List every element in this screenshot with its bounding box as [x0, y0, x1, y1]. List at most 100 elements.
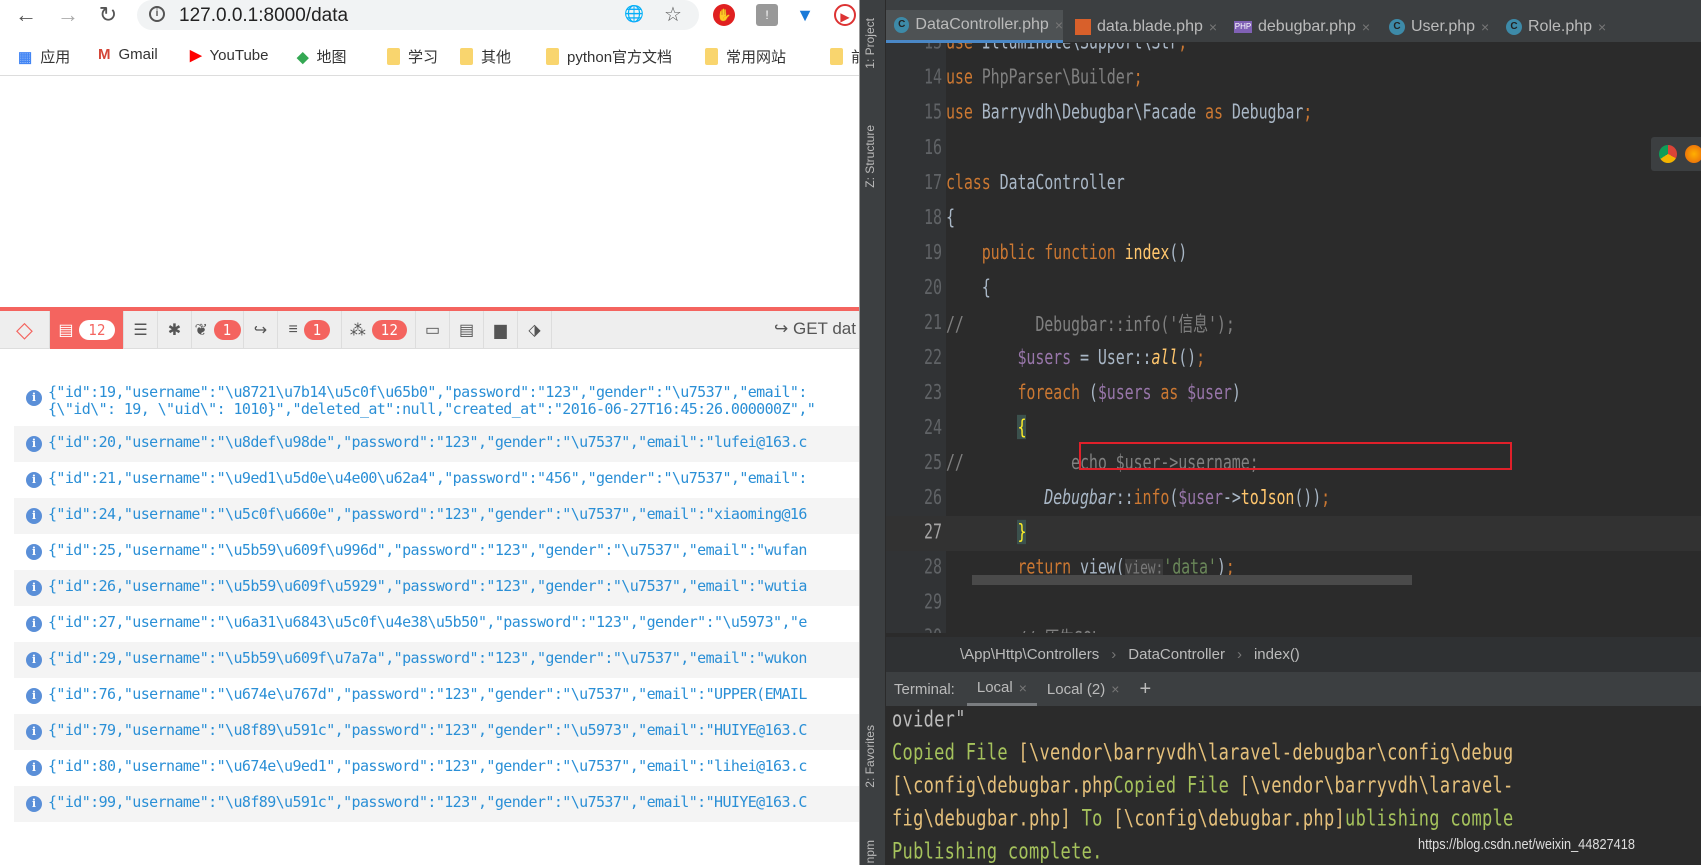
- debugbar-tab[interactable]: ↪: [244, 311, 278, 349]
- debugbar-tab[interactable]: ▤: [450, 311, 484, 349]
- bookmark-item[interactable]: 其他: [460, 46, 511, 67]
- log-message-row[interactable]: i {"id":29,"username":"\u5b59\u609f\u7a7a…: [14, 642, 859, 678]
- code-token: Barryvdh\Debugbar\Facade: [981, 99, 1206, 125]
- log-message-row[interactable]: i {"id":79,"username":"\u8f89\u591c","pas…: [14, 714, 859, 750]
- log-message-row[interactable]: i {"id":24,"username":"\u5c0f\u660e","pas…: [14, 498, 859, 534]
- close-icon[interactable]: ×: [1055, 17, 1063, 33]
- log-message-row[interactable]: i {"id":21,"username":"\u9ed1\u5d0e\u4e00…: [14, 462, 859, 498]
- debugbar-tab[interactable]: ▭: [416, 311, 450, 349]
- bookmark-label: Gmail: [118, 46, 158, 63]
- log-message-row[interactable]: i {"id":76,"username":"\u674e\u767d","pas…: [14, 678, 859, 714]
- back-icon[interactable]: ←: [12, 2, 40, 28]
- code-token: = User::: [1071, 344, 1152, 370]
- bookmark-item[interactable]: 前: [830, 46, 859, 67]
- bookmark-item[interactable]: python官方文档: [546, 46, 672, 67]
- editor-tab[interactable]: PHP debugbar.php ×: [1226, 10, 1378, 43]
- bookmark-item[interactable]: ◆ 地图: [297, 46, 347, 67]
- forward-icon[interactable]: →: [54, 2, 82, 28]
- tab-label: User.php: [1411, 17, 1476, 35]
- route-icon: ↪: [253, 322, 268, 339]
- bookmark-item[interactable]: M Gmail: [98, 46, 158, 63]
- mail-inbox-icon: ▭: [424, 322, 441, 339]
- log-message-row[interactable]: i {"id":20,"username":"\u8def\u98de","pas…: [14, 426, 859, 462]
- extension-icon[interactable]: !: [756, 4, 778, 26]
- debugbar-tab[interactable]: ⬗: [518, 311, 552, 349]
- chrome-icon[interactable]: [1659, 145, 1677, 163]
- close-icon[interactable]: ×: [1598, 19, 1606, 35]
- views-leaf-icon: ❦: [194, 322, 208, 339]
- debugbar-tab[interactable]: ▆: [484, 311, 518, 349]
- close-icon[interactable]: ×: [1209, 19, 1217, 35]
- bookmark-item[interactable]: 学习: [387, 46, 438, 67]
- code-line: 30 // 原生SQL: [886, 621, 1701, 633]
- reload-icon[interactable]: ↻: [94, 2, 122, 28]
- log-message-row[interactable]: i {"id":80,"username":"\u674e\u9ed1","pas…: [14, 750, 859, 786]
- watermark: https://blog.csdn.net/weixin_44827418: [1418, 836, 1635, 853]
- bookmark-item[interactable]: ▶ YouTube: [190, 46, 269, 65]
- debugbar-tab[interactable]: ❦ 1: [192, 311, 244, 349]
- breadcrumb-class[interactable]: DataController: [1128, 646, 1225, 663]
- bookmark-item[interactable]: 常用网站: [705, 46, 786, 67]
- breadcrumb-namespace[interactable]: \App\Http\Controllers: [960, 646, 1099, 663]
- translate-icon[interactable]: 🌐: [624, 4, 644, 24]
- project-tool-button[interactable]: 1: Project: [863, 18, 877, 69]
- debugbar-tab[interactable]: ▤ 12: [50, 311, 124, 349]
- horizontal-scrollbar[interactable]: [972, 575, 1412, 585]
- info-icon: i: [26, 544, 42, 560]
- extension-diamond-icon[interactable]: ▼: [794, 4, 816, 26]
- debugbar-tab[interactable]: ⁂ 12: [342, 311, 416, 349]
- log-message-text: {"id":19,"username":"\u8721\u7b14\u5c0f\…: [48, 383, 807, 401]
- address-bar[interactable]: i 127.0.0.1:8000/data 🌐 ☆: [137, 0, 699, 30]
- close-icon[interactable]: ×: [1111, 681, 1119, 697]
- editor-tab[interactable]: C User.php ×: [1381, 10, 1496, 43]
- info-icon: i: [26, 616, 42, 632]
- close-icon[interactable]: ×: [1481, 19, 1489, 35]
- breadcrumb-method[interactable]: index(): [1254, 646, 1300, 663]
- log-message-row[interactable]: i {"id":26,"username":"\u5b59\u609f\u5929…: [14, 570, 859, 606]
- log-message-row[interactable]: i {"id":19,"username":"\u8721\u7b14\u5c0f…: [14, 380, 859, 426]
- gate-list-icon: ▤: [458, 322, 475, 339]
- code-editor[interactable]: 13use Illuminate\Support\Str;14use PhpPa…: [886, 43, 1701, 633]
- extension-play-icon[interactable]: ▶: [834, 4, 856, 26]
- close-icon[interactable]: ×: [1362, 19, 1370, 35]
- code-token: ::: [1115, 484, 1134, 510]
- url-text[interactable]: 127.0.0.1:8000/data: [179, 5, 348, 27]
- terminal-tabs: Terminal: Local × Local (2) × +: [886, 672, 1701, 706]
- log-message-row[interactable]: i {"id":27,"username":"\u6a31\u6843\u5c0f…: [14, 606, 859, 642]
- code-line: 26 Debugbar::info($user->toJson());: [886, 481, 1701, 516]
- code-line: 19 public function index(): [886, 236, 1701, 271]
- terminal-tab-local[interactable]: Local ×: [966, 672, 1037, 706]
- debugbar-tab[interactable]: ☰: [124, 311, 158, 349]
- new-terminal-button[interactable]: +: [1129, 678, 1161, 701]
- code-token: ->: [1222, 484, 1241, 510]
- firefox-icon[interactable]: [1685, 145, 1701, 163]
- laravel-logo-icon[interactable]: ◇: [0, 311, 50, 349]
- editor-tab[interactable]: C Role.php ×: [1498, 10, 1608, 43]
- log-message-row[interactable]: i {"id":99,"username":"\u8f89\u591c","pas…: [14, 786, 859, 822]
- structure-tool-button[interactable]: Z: Structure: [863, 125, 877, 188]
- editor-tab[interactable]: data.blade.php ×: [1067, 10, 1222, 43]
- line-number: 29: [923, 589, 942, 615]
- code-token: Debugbar: [1231, 99, 1304, 125]
- bookmark-item[interactable]: ▦ 应用: [18, 46, 70, 67]
- tab-label: debugbar.php: [1258, 17, 1356, 35]
- adblock-extension-icon[interactable]: ✋: [713, 4, 735, 26]
- terminal-tab-local-2[interactable]: Local (2) ×: [1037, 672, 1130, 706]
- bookmark-star-icon[interactable]: ☆: [664, 2, 682, 27]
- editor-tab[interactable]: C DataController.php ×: [886, 10, 1063, 43]
- request-method[interactable]: ↪ GET dat: [774, 319, 856, 339]
- close-icon[interactable]: ×: [1019, 680, 1027, 696]
- log-message-row[interactable]: i {"id":25,"username":"\u5b59\u609f\u996d…: [14, 534, 859, 570]
- favorites-tool-button[interactable]: 2: Favorites: [863, 725, 877, 788]
- debugbar-tab[interactable]: ✱: [158, 311, 192, 349]
- line-number: 28: [923, 554, 942, 580]
- terminal-text: fig\debugbar.php]: [892, 806, 1082, 832]
- log-message-text: {"id":79,"username":"\u8f89\u591c","pass…: [48, 721, 807, 739]
- tab-label: Role.php: [1528, 17, 1593, 35]
- log-message-text: {"id":25,"username":"\u5b59\u609f\u996d"…: [48, 541, 807, 559]
- debugbar-tab[interactable]: ≡ 1: [278, 311, 342, 349]
- info-icon: i: [26, 390, 42, 406]
- npm-tool-button[interactable]: npm: [863, 840, 877, 863]
- site-info-icon[interactable]: i: [149, 6, 165, 22]
